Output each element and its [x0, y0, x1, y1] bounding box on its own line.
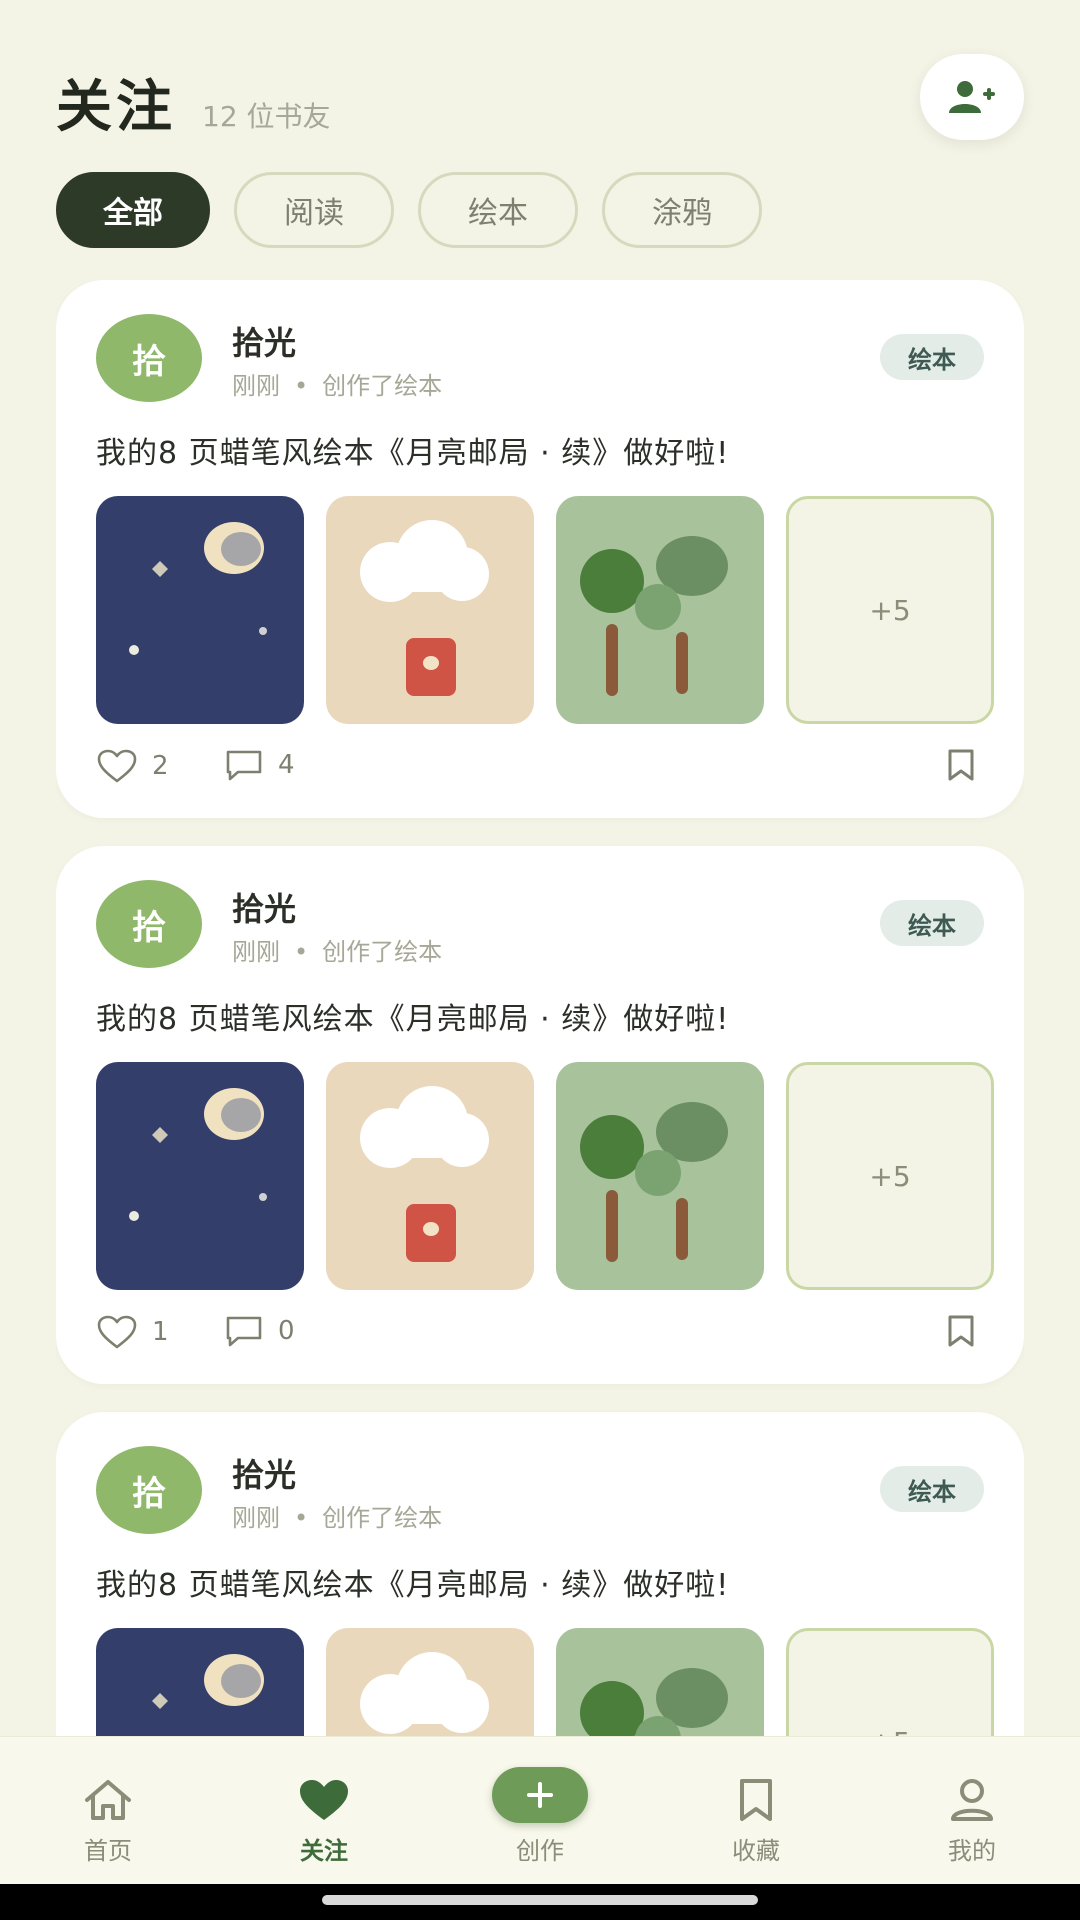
heart-icon: [300, 1780, 348, 1820]
meta-separator: •: [294, 938, 309, 966]
post-time: 刚刚: [232, 1504, 280, 1532]
thumbnail-mailbox-cloud[interactable]: [326, 1628, 534, 1736]
tab-following[interactable]: 关注: [216, 1737, 432, 1885]
post-time: 刚刚: [232, 372, 280, 400]
post-action: 创作了绘本: [322, 1504, 443, 1532]
avatar-initial: 拾: [132, 341, 166, 382]
create-button[interactable]: [492, 1767, 588, 1823]
comment-icon: [226, 1316, 262, 1347]
username[interactable]: 拾光: [232, 318, 296, 364]
thumbnail-forest-trees[interactable]: [556, 1062, 764, 1290]
add-friend-button[interactable]: [920, 54, 1024, 140]
username[interactable]: 拾光: [232, 1450, 296, 1496]
feed-card[interactable]: 拾 拾光 刚刚 • 创作了绘本 绘本 我的8 页蜡笔风绘本《月亮邮局 · 续》做好啦…: [56, 846, 1024, 1384]
comment-icon: [226, 750, 262, 781]
more-pages-button[interactable]: +5: [786, 496, 994, 724]
thumbnail-row: +5: [96, 1628, 994, 1736]
avatar[interactable]: 拾: [96, 314, 202, 402]
thumbnail-forest-trees[interactable]: [556, 496, 764, 724]
bottom-tab-bar: 首页 关注 创作 收藏 我的: [0, 1736, 1080, 1885]
bookmark-icon: [740, 1779, 772, 1821]
username[interactable]: 拾光: [232, 884, 296, 930]
home-icon: [85, 1780, 131, 1820]
feed-list: 拾 拾光 刚刚 • 创作了绘本 绘本 我的8 页蜡笔风绘本《月亮邮局 · 续》做好啦…: [56, 280, 1024, 1736]
tab-label: 创作: [516, 1837, 564, 1865]
filter-chip-all[interactable]: 全部: [56, 172, 210, 248]
meta-separator: •: [294, 372, 309, 400]
post-meta: 刚刚 • 创作了绘本: [232, 1498, 442, 1533]
page-title: 关注: [56, 75, 176, 140]
tab-label: 关注: [300, 1837, 348, 1865]
more-pages-button[interactable]: +5: [786, 1062, 994, 1290]
avatar[interactable]: 拾: [96, 1446, 202, 1534]
like-button[interactable]: 1: [96, 1314, 169, 1350]
tab-home[interactable]: 首页: [0, 1737, 216, 1885]
more-pages-button[interactable]: +5: [786, 1628, 994, 1736]
like-count: 1: [152, 1317, 169, 1347]
add-user-icon: [949, 81, 995, 113]
feed-card[interactable]: 拾 拾光 刚刚 • 创作了绘本 绘本 我的8 页蜡笔风绘本《月亮邮局 · 续》做好啦…: [56, 280, 1024, 818]
filter-chips: 全部 阅读 绘本 涂鸦: [56, 172, 762, 248]
post-action: 创作了绘本: [322, 938, 443, 966]
save-button[interactable]: [946, 1314, 976, 1352]
post-text: 我的8 页蜡笔风绘本《月亮邮局 · 续》做好啦!: [96, 436, 730, 471]
thumbnail-mailbox-cloud[interactable]: [326, 496, 534, 724]
plus-icon: [527, 1782, 553, 1808]
comment-button[interactable]: 0: [224, 1314, 295, 1348]
like-button[interactable]: 2: [96, 748, 169, 784]
post-actions: 1 0: [96, 1314, 984, 1354]
thumbnail-night-moon[interactable]: [96, 1628, 304, 1736]
post-time: 刚刚: [232, 938, 280, 966]
more-pages-count: +5: [869, 593, 911, 627]
comment-count: 4: [278, 750, 295, 780]
filter-chip-picture-book[interactable]: 绘本: [418, 172, 578, 248]
user-icon: [951, 1779, 993, 1821]
meta-separator: •: [294, 1504, 309, 1532]
feed-card[interactable]: 拾 拾光 刚刚 • 创作了绘本 绘本 我的8 页蜡笔风绘本《月亮邮局 · 续》做好啦…: [56, 1412, 1024, 1736]
like-count: 2: [152, 751, 169, 781]
filter-chip-reading[interactable]: 阅读: [234, 172, 394, 248]
avatar-initial: 拾: [132, 907, 166, 948]
thumbnail-row: +5: [96, 496, 994, 724]
category-tag[interactable]: 绘本: [880, 334, 984, 380]
heart-outline-icon: [97, 749, 137, 783]
post-actions: 2 4: [96, 748, 984, 788]
thumbnail-row: +5: [96, 1062, 994, 1290]
heart-outline-icon: [97, 1315, 137, 1349]
post-action: 创作了绘本: [322, 372, 443, 400]
bookmark-icon: [948, 749, 974, 781]
thumbnail-mailbox-cloud[interactable]: [326, 1062, 534, 1290]
friend-count: 12 位书友: [202, 100, 331, 133]
tab-label: 我的: [948, 1837, 996, 1865]
post-meta: 刚刚 • 创作了绘本: [232, 366, 442, 401]
more-pages-count: +5: [869, 1726, 910, 1737]
bookmark-icon: [948, 1315, 974, 1347]
page-header: 关注 12 位书友: [56, 62, 331, 143]
category-tag[interactable]: 绘本: [880, 900, 984, 946]
tab-profile[interactable]: 我的: [864, 1737, 1080, 1885]
tab-label: 收藏: [732, 1837, 780, 1865]
category-tag[interactable]: 绘本: [880, 1466, 984, 1512]
thumbnail-forest-trees[interactable]: [556, 1628, 764, 1736]
avatar-initial: 拾: [132, 1473, 166, 1514]
comment-button[interactable]: 4: [224, 748, 295, 782]
thumbnail-night-moon[interactable]: [96, 1062, 304, 1290]
tab-create[interactable]: 创作: [432, 1737, 648, 1885]
post-text: 我的8 页蜡笔风绘本《月亮邮局 · 续》做好啦!: [96, 1002, 730, 1037]
more-pages-count: +5: [869, 1159, 911, 1193]
save-button[interactable]: [946, 748, 976, 786]
tab-favorites[interactable]: 收藏: [648, 1737, 864, 1885]
filter-chip-doodle[interactable]: 涂鸦: [602, 172, 762, 248]
comment-count: 0: [278, 1316, 295, 1346]
post-text: 我的8 页蜡笔风绘本《月亮邮局 · 续》做好啦!: [96, 1568, 730, 1603]
thumbnail-night-moon[interactable]: [96, 496, 304, 724]
tab-label: 首页: [84, 1837, 132, 1865]
home-indicator[interactable]: [322, 1895, 758, 1905]
avatar[interactable]: 拾: [96, 880, 202, 968]
post-meta: 刚刚 • 创作了绘本: [232, 932, 442, 967]
